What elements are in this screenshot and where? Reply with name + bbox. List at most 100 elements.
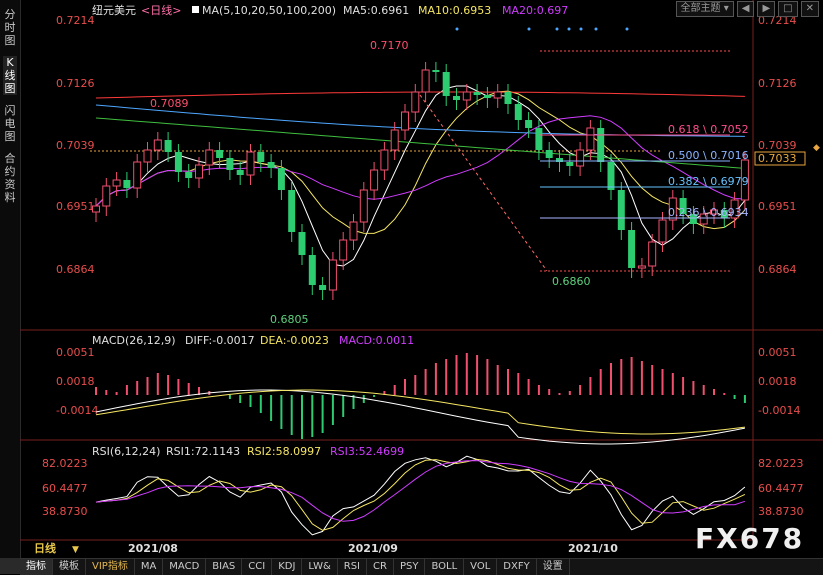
ma20-value: MA20:0.697 xyxy=(502,4,568,17)
candle-up xyxy=(637,265,646,269)
legend-swatch-ma5 xyxy=(192,6,199,13)
candle-up xyxy=(658,219,667,243)
candle-down xyxy=(288,190,296,232)
layout-icon[interactable]: □ xyxy=(778,1,798,17)
rsi-axis: 82.0223 82.0223 60.4477 60.4477 38.8730 38.87… xyxy=(42,457,804,518)
indicator-tab-4[interactable]: MACD xyxy=(163,559,207,575)
prev-icon[interactable]: ◀ xyxy=(736,1,755,17)
rsi-tick-right-0: 82.0223 xyxy=(758,457,804,470)
candle-up xyxy=(246,151,255,176)
close-icon[interactable]: ✕ xyxy=(800,1,819,17)
price-tick-left-2: 0.7039 xyxy=(56,139,95,152)
indicator-tab-14[interactable]: DXFY xyxy=(497,559,537,575)
ma5-value: MA5:0.6961 xyxy=(343,4,409,17)
rsi-tick-right-2: 38.8730 xyxy=(758,505,804,518)
macd-tick-left-1: 0.0018 xyxy=(56,375,95,388)
macd-diff: DIFF:-0.0017 xyxy=(185,334,255,347)
theme-select[interactable]: 全部主题 ▾ xyxy=(675,1,734,17)
symbol-title: 纽元美元 xyxy=(92,3,136,17)
candle-up xyxy=(586,127,595,151)
macd-histogram xyxy=(95,353,746,439)
candle-up xyxy=(648,241,657,267)
candle-down xyxy=(298,232,306,255)
candle-down xyxy=(607,162,615,190)
candle-down xyxy=(226,158,234,170)
indicator-tab-1[interactable]: 模板 xyxy=(53,559,86,575)
candle-up xyxy=(411,91,420,113)
candle-down xyxy=(504,92,512,104)
candle-down xyxy=(319,285,327,290)
indicator-tab-7[interactable]: KDJ xyxy=(272,559,303,575)
macd-tick-right-0: 0.0051 xyxy=(758,346,797,359)
period-selector[interactable]: 日线 xyxy=(34,541,56,555)
indicator-tab-8[interactable]: LW& xyxy=(302,559,338,575)
rsi1-value: RSI1:72.1143 xyxy=(166,445,240,458)
indicator-tab-bar: 指标 模板 VIP指标 MA MACD BIAS CCI KDJ LW& RSI CR PSY BOLL… xyxy=(20,558,823,575)
tab-lightning[interactable]: 闪电图 xyxy=(3,104,17,143)
indicator-tab-15[interactable]: 设置 xyxy=(537,559,570,575)
indicator-tab-0[interactable]: 指标 xyxy=(20,559,53,575)
candle-down xyxy=(216,150,224,158)
candle-up xyxy=(92,205,100,213)
candle-up xyxy=(349,221,358,241)
indicator-tab-12[interactable]: BOLL xyxy=(425,559,465,575)
high-mid-label: 0.7170 xyxy=(370,39,409,52)
candle-up xyxy=(328,259,337,291)
fib-382-label: 0.382 \ 0.6979 xyxy=(668,175,749,188)
candle-down xyxy=(453,96,460,100)
fib-236-label: 0.236 \ 0.6934 xyxy=(668,206,749,219)
x-label-sep: 2021/09 xyxy=(348,542,398,555)
current-price-label: 0.7033 xyxy=(758,152,797,165)
rsi3-line xyxy=(95,460,746,522)
low-left-label: 0.6805 xyxy=(270,313,309,326)
tab-contract-info[interactable]: 合约资料 xyxy=(3,152,17,204)
rsi2-value: RSI2:58.0997 xyxy=(247,445,321,458)
tab-timeshare[interactable]: 分时图 xyxy=(3,8,17,47)
indicator-tab-2[interactable]: VIP指标 xyxy=(86,559,135,575)
price-tick-right-3: 0.6951 xyxy=(758,200,797,213)
candle-down xyxy=(257,152,265,162)
period-label: <日线> xyxy=(141,3,181,17)
rsi2-line xyxy=(95,458,746,531)
indicator-tab-5[interactable]: BIAS xyxy=(206,559,243,575)
indicator-tab-9[interactable]: RSI xyxy=(338,559,368,575)
candle-up xyxy=(462,91,471,101)
x-label-aug: 2021/08 xyxy=(128,542,178,555)
theme-label: 全部主题 xyxy=(680,3,721,14)
tab-kline[interactable]: K线图 xyxy=(3,56,17,95)
high-left-label: 0.7089 xyxy=(150,97,189,110)
candle-up xyxy=(339,239,348,261)
candle-down xyxy=(277,168,285,190)
candle-up xyxy=(576,149,585,167)
period-dropdown-icon[interactable]: ▼ xyxy=(72,545,79,555)
watermark-logo: FX678 xyxy=(695,522,804,555)
candle-up xyxy=(143,149,152,163)
candle-down xyxy=(185,172,193,178)
candle-up xyxy=(390,129,399,151)
indicator-tab-6[interactable]: CCI xyxy=(242,559,273,575)
candle-down xyxy=(473,92,481,95)
candle-up xyxy=(421,69,430,93)
candle-down xyxy=(236,170,244,175)
rsi-tick-left-2: 38.8730 xyxy=(42,505,88,518)
event-dot xyxy=(594,27,598,31)
indicator-tab-13[interactable]: VOL xyxy=(464,559,498,575)
left-tab-bar: 分时图 K线图 闪电图 合约资料 xyxy=(0,0,21,560)
candle-down xyxy=(597,128,605,162)
indicator-tab-11[interactable]: PSY xyxy=(394,559,426,575)
next-icon[interactable]: ▶ xyxy=(757,1,776,17)
candle-down xyxy=(123,180,131,188)
fib-500-label: 0.500 \ 0.7016 xyxy=(668,149,749,162)
event-dot xyxy=(579,27,583,31)
event-markers xyxy=(455,27,629,31)
low-right-label: 0.6860 xyxy=(552,275,591,288)
indicator-tab-10[interactable]: CR xyxy=(367,559,394,575)
indicator-tab-3[interactable]: MA xyxy=(135,559,164,575)
price-tick-right-4: 0.6864 xyxy=(758,263,797,276)
candle-down xyxy=(525,120,533,128)
event-dot xyxy=(527,27,531,31)
candle-up xyxy=(153,139,162,151)
candle-down xyxy=(617,190,625,230)
macd-tick-right-1: 0.0018 xyxy=(758,375,797,388)
rsi-tick-left-0: 82.0223 xyxy=(42,457,88,470)
